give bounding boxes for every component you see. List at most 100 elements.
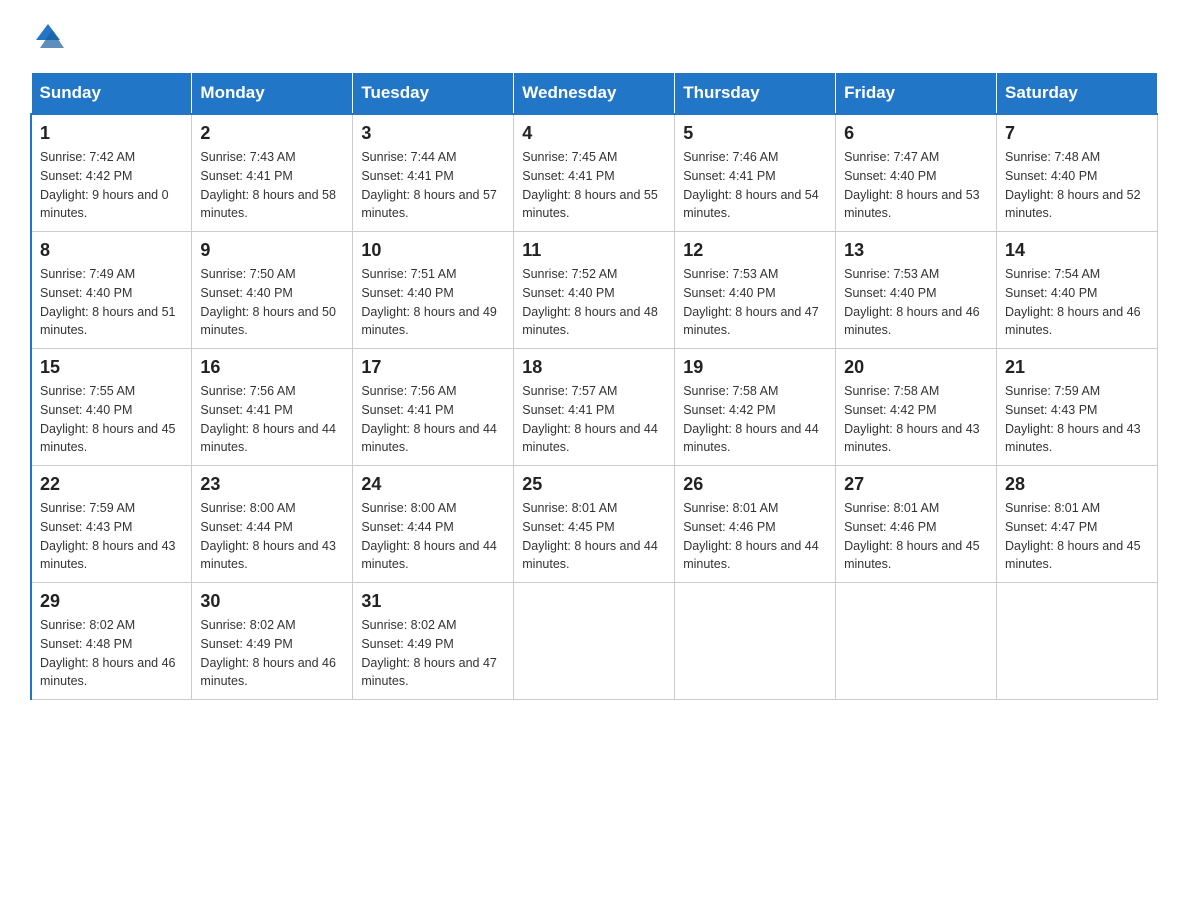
day-info: Sunrise: 7:42 AM Sunset: 4:42 PM Dayligh… [40, 148, 183, 223]
calendar-cell: 5 Sunrise: 7:46 AM Sunset: 4:41 PM Dayli… [675, 114, 836, 232]
calendar-cell: 21 Sunrise: 7:59 AM Sunset: 4:43 PM Dayl… [997, 349, 1158, 466]
day-info: Sunrise: 7:58 AM Sunset: 4:42 PM Dayligh… [683, 382, 827, 457]
day-info: Sunrise: 7:46 AM Sunset: 4:41 PM Dayligh… [683, 148, 827, 223]
day-info: Sunrise: 7:59 AM Sunset: 4:43 PM Dayligh… [1005, 382, 1149, 457]
day-number: 10 [361, 240, 505, 261]
calendar-table: SundayMondayTuesdayWednesdayThursdayFrid… [30, 72, 1158, 700]
calendar-cell: 4 Sunrise: 7:45 AM Sunset: 4:41 PM Dayli… [514, 114, 675, 232]
day-number: 25 [522, 474, 666, 495]
calendar-cell: 14 Sunrise: 7:54 AM Sunset: 4:40 PM Dayl… [997, 232, 1158, 349]
calendar-week-row: 22 Sunrise: 7:59 AM Sunset: 4:43 PM Dayl… [31, 466, 1158, 583]
day-info: Sunrise: 8:02 AM Sunset: 4:48 PM Dayligh… [40, 616, 183, 691]
day-info: Sunrise: 7:54 AM Sunset: 4:40 PM Dayligh… [1005, 265, 1149, 340]
day-number: 15 [40, 357, 183, 378]
calendar-cell [836, 583, 997, 700]
calendar-cell: 6 Sunrise: 7:47 AM Sunset: 4:40 PM Dayli… [836, 114, 997, 232]
calendar-cell: 12 Sunrise: 7:53 AM Sunset: 4:40 PM Dayl… [675, 232, 836, 349]
day-info: Sunrise: 7:56 AM Sunset: 4:41 PM Dayligh… [200, 382, 344, 457]
calendar-cell: 2 Sunrise: 7:43 AM Sunset: 4:41 PM Dayli… [192, 114, 353, 232]
calendar-cell: 20 Sunrise: 7:58 AM Sunset: 4:42 PM Dayl… [836, 349, 997, 466]
weekday-header-thursday: Thursday [675, 73, 836, 115]
day-info: Sunrise: 8:01 AM Sunset: 4:45 PM Dayligh… [522, 499, 666, 574]
day-number: 1 [40, 123, 183, 144]
calendar-cell: 28 Sunrise: 8:01 AM Sunset: 4:47 PM Dayl… [997, 466, 1158, 583]
calendar-cell: 19 Sunrise: 7:58 AM Sunset: 4:42 PM Dayl… [675, 349, 836, 466]
calendar-week-row: 1 Sunrise: 7:42 AM Sunset: 4:42 PM Dayli… [31, 114, 1158, 232]
day-number: 5 [683, 123, 827, 144]
day-number: 13 [844, 240, 988, 261]
day-number: 9 [200, 240, 344, 261]
weekday-header-wednesday: Wednesday [514, 73, 675, 115]
calendar-cell: 18 Sunrise: 7:57 AM Sunset: 4:41 PM Dayl… [514, 349, 675, 466]
day-number: 20 [844, 357, 988, 378]
calendar-cell: 10 Sunrise: 7:51 AM Sunset: 4:40 PM Dayl… [353, 232, 514, 349]
calendar-week-row: 8 Sunrise: 7:49 AM Sunset: 4:40 PM Dayli… [31, 232, 1158, 349]
day-number: 12 [683, 240, 827, 261]
day-info: Sunrise: 7:51 AM Sunset: 4:40 PM Dayligh… [361, 265, 505, 340]
day-number: 30 [200, 591, 344, 612]
calendar-cell: 16 Sunrise: 7:56 AM Sunset: 4:41 PM Dayl… [192, 349, 353, 466]
day-number: 19 [683, 357, 827, 378]
day-info: Sunrise: 7:43 AM Sunset: 4:41 PM Dayligh… [200, 148, 344, 223]
day-number: 31 [361, 591, 505, 612]
calendar-cell [514, 583, 675, 700]
calendar-cell: 23 Sunrise: 8:00 AM Sunset: 4:44 PM Dayl… [192, 466, 353, 583]
day-info: Sunrise: 7:45 AM Sunset: 4:41 PM Dayligh… [522, 148, 666, 223]
weekday-header-sunday: Sunday [31, 73, 192, 115]
day-number: 8 [40, 240, 183, 261]
calendar-cell: 1 Sunrise: 7:42 AM Sunset: 4:42 PM Dayli… [31, 114, 192, 232]
day-number: 7 [1005, 123, 1149, 144]
day-number: 24 [361, 474, 505, 495]
weekday-header-saturday: Saturday [997, 73, 1158, 115]
calendar-cell: 9 Sunrise: 7:50 AM Sunset: 4:40 PM Dayli… [192, 232, 353, 349]
day-info: Sunrise: 7:56 AM Sunset: 4:41 PM Dayligh… [361, 382, 505, 457]
page-header [30, 20, 1158, 52]
calendar-week-row: 29 Sunrise: 8:02 AM Sunset: 4:48 PM Dayl… [31, 583, 1158, 700]
calendar-cell: 29 Sunrise: 8:02 AM Sunset: 4:48 PM Dayl… [31, 583, 192, 700]
calendar-cell: 3 Sunrise: 7:44 AM Sunset: 4:41 PM Dayli… [353, 114, 514, 232]
day-number: 16 [200, 357, 344, 378]
day-number: 26 [683, 474, 827, 495]
day-info: Sunrise: 8:01 AM Sunset: 4:46 PM Dayligh… [844, 499, 988, 574]
weekday-header-tuesday: Tuesday [353, 73, 514, 115]
day-info: Sunrise: 8:00 AM Sunset: 4:44 PM Dayligh… [361, 499, 505, 574]
day-number: 21 [1005, 357, 1149, 378]
day-info: Sunrise: 7:44 AM Sunset: 4:41 PM Dayligh… [361, 148, 505, 223]
weekday-header-monday: Monday [192, 73, 353, 115]
calendar-cell: 17 Sunrise: 7:56 AM Sunset: 4:41 PM Dayl… [353, 349, 514, 466]
day-info: Sunrise: 8:00 AM Sunset: 4:44 PM Dayligh… [200, 499, 344, 574]
calendar-cell: 8 Sunrise: 7:49 AM Sunset: 4:40 PM Dayli… [31, 232, 192, 349]
calendar-cell: 22 Sunrise: 7:59 AM Sunset: 4:43 PM Dayl… [31, 466, 192, 583]
day-info: Sunrise: 7:55 AM Sunset: 4:40 PM Dayligh… [40, 382, 183, 457]
day-number: 29 [40, 591, 183, 612]
calendar-cell: 13 Sunrise: 7:53 AM Sunset: 4:40 PM Dayl… [836, 232, 997, 349]
day-number: 27 [844, 474, 988, 495]
logo [30, 20, 66, 52]
day-number: 6 [844, 123, 988, 144]
day-number: 18 [522, 357, 666, 378]
calendar-cell: 15 Sunrise: 7:55 AM Sunset: 4:40 PM Dayl… [31, 349, 192, 466]
day-info: Sunrise: 8:02 AM Sunset: 4:49 PM Dayligh… [200, 616, 344, 691]
day-number: 11 [522, 240, 666, 261]
day-number: 2 [200, 123, 344, 144]
calendar-cell: 26 Sunrise: 8:01 AM Sunset: 4:46 PM Dayl… [675, 466, 836, 583]
day-number: 4 [522, 123, 666, 144]
calendar-cell [675, 583, 836, 700]
day-info: Sunrise: 8:01 AM Sunset: 4:47 PM Dayligh… [1005, 499, 1149, 574]
day-info: Sunrise: 8:01 AM Sunset: 4:46 PM Dayligh… [683, 499, 827, 574]
calendar-cell: 25 Sunrise: 8:01 AM Sunset: 4:45 PM Dayl… [514, 466, 675, 583]
calendar-cell: 27 Sunrise: 8:01 AM Sunset: 4:46 PM Dayl… [836, 466, 997, 583]
calendar-cell: 31 Sunrise: 8:02 AM Sunset: 4:49 PM Dayl… [353, 583, 514, 700]
logo-icon [32, 20, 64, 52]
calendar-cell: 11 Sunrise: 7:52 AM Sunset: 4:40 PM Dayl… [514, 232, 675, 349]
calendar-cell: 7 Sunrise: 7:48 AM Sunset: 4:40 PM Dayli… [997, 114, 1158, 232]
day-info: Sunrise: 7:57 AM Sunset: 4:41 PM Dayligh… [522, 382, 666, 457]
day-info: Sunrise: 7:58 AM Sunset: 4:42 PM Dayligh… [844, 382, 988, 457]
day-info: Sunrise: 7:47 AM Sunset: 4:40 PM Dayligh… [844, 148, 988, 223]
calendar-week-row: 15 Sunrise: 7:55 AM Sunset: 4:40 PM Dayl… [31, 349, 1158, 466]
day-number: 23 [200, 474, 344, 495]
day-info: Sunrise: 7:52 AM Sunset: 4:40 PM Dayligh… [522, 265, 666, 340]
day-info: Sunrise: 7:48 AM Sunset: 4:40 PM Dayligh… [1005, 148, 1149, 223]
day-number: 3 [361, 123, 505, 144]
day-number: 14 [1005, 240, 1149, 261]
